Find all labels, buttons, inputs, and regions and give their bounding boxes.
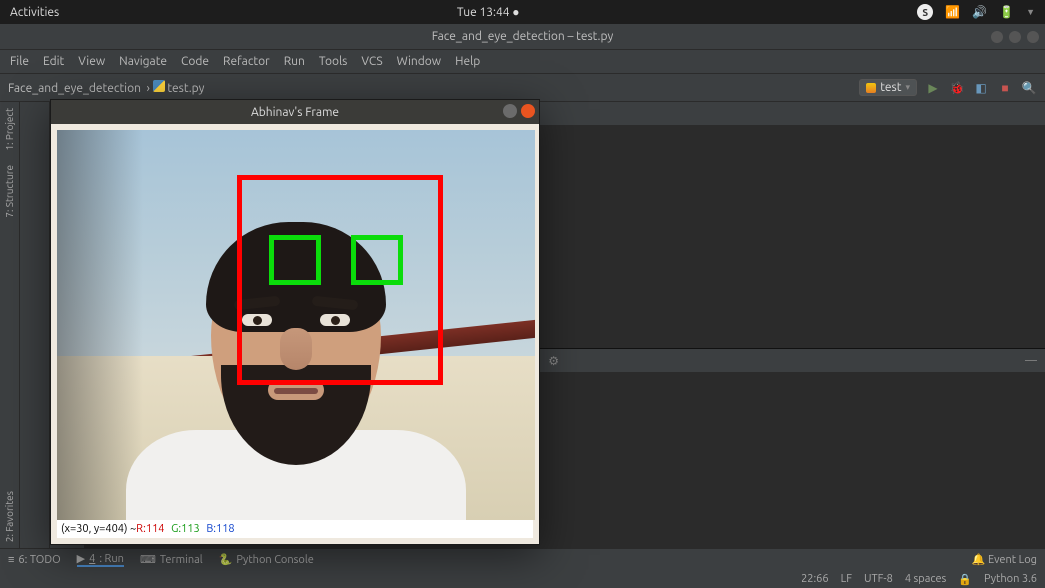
menu-file[interactable]: File bbox=[10, 55, 29, 68]
gear-icon[interactable]: ⚙ bbox=[548, 354, 559, 368]
interpreter-label[interactable]: Python 3.6 bbox=[984, 573, 1037, 585]
python-file-icon bbox=[153, 80, 165, 92]
webcam-status-bar: (x=30, y=404) ~ R:114 G:113 B:118 bbox=[57, 520, 533, 538]
status-btn-terminal[interactable]: ⌨ Terminal bbox=[140, 552, 203, 567]
wifi-icon[interactable]: 📶 bbox=[945, 5, 960, 19]
ide-titlebar: Face_and_eye_detection – test.py bbox=[0, 24, 1045, 50]
breadcrumb-root[interactable]: Face_and_eye_detection bbox=[8, 82, 141, 95]
breadcrumb[interactable]: Face_and_eye_detection › test.py bbox=[8, 80, 204, 95]
event-log-button[interactable]: 🔔 Event Log bbox=[972, 553, 1037, 566]
favorites-tool-tab[interactable]: 2: Favorites bbox=[2, 485, 17, 548]
status-btn-icon: ▶ bbox=[77, 552, 85, 565]
menu-window[interactable]: Window bbox=[397, 55, 441, 68]
menu-vcs[interactable]: VCS bbox=[361, 55, 382, 68]
breadcrumb-file[interactable]: test.py bbox=[167, 82, 204, 95]
eye-detection-box-left bbox=[269, 235, 321, 285]
status-btn-icon: ≡ bbox=[8, 554, 14, 566]
project-tool-tab[interactable]: 1: Project bbox=[2, 102, 17, 157]
maximize-icon[interactable] bbox=[1009, 31, 1021, 43]
menu-tools[interactable]: Tools bbox=[319, 55, 348, 68]
status-bar-bottom: 22:66 LF UTF-8 4 spaces 🔒 Python 3.6 bbox=[0, 570, 1045, 588]
event-log-label: Event Log bbox=[988, 554, 1037, 566]
webcam-title-text: Abhinav's Frame bbox=[251, 106, 339, 119]
minimize-icon[interactable] bbox=[991, 31, 1003, 43]
pixel-g-value: 113 bbox=[181, 523, 200, 535]
structure-tool-tab[interactable]: 7: Structure bbox=[2, 159, 17, 224]
activities-button[interactable]: Activities bbox=[10, 6, 59, 19]
menu-view[interactable]: View bbox=[78, 55, 105, 68]
battery-icon[interactable]: 🔋 bbox=[999, 5, 1014, 19]
face-detection-box bbox=[237, 175, 443, 385]
menu-run[interactable]: Run bbox=[284, 55, 305, 68]
webcam-content: (x=30, y=404) ~ R:114 G:113 B:118 bbox=[51, 124, 539, 544]
menu-help[interactable]: Help bbox=[455, 55, 480, 68]
menu-refactor[interactable]: Refactor bbox=[223, 55, 270, 68]
stop-button[interactable]: ■ bbox=[997, 80, 1013, 96]
minimize-tool-icon[interactable]: — bbox=[1025, 354, 1037, 367]
desktop-clock[interactable]: Tue 13:44 ● bbox=[457, 5, 520, 19]
menu-edit[interactable]: Edit bbox=[43, 55, 64, 68]
pixel-b-label: B: bbox=[206, 523, 216, 535]
status-btn-python-console[interactable]: 🐍 Python Console bbox=[219, 552, 314, 567]
pixel-g-label: G: bbox=[171, 523, 181, 535]
user-avatar[interactable]: S bbox=[917, 4, 933, 20]
close-icon[interactable] bbox=[1027, 31, 1039, 43]
webcam-titlebar[interactable]: Abhinav's Frame bbox=[51, 100, 539, 124]
bee-icon bbox=[866, 83, 876, 93]
menu-bar: File Edit View Navigate Code Refactor Ru… bbox=[0, 50, 1045, 74]
pixel-r-label: R: bbox=[136, 523, 146, 535]
status-btn-icon: ⌨ bbox=[140, 553, 156, 566]
menu-navigate[interactable]: Navigate bbox=[119, 55, 167, 68]
cursor-position[interactable]: 22:66 bbox=[801, 573, 829, 585]
file-encoding[interactable]: UTF-8 bbox=[864, 573, 893, 585]
debug-button[interactable]: 🐞 bbox=[949, 80, 965, 96]
webcam-minimize-icon[interactable] bbox=[503, 104, 517, 118]
coverage-button[interactable]: ◧ bbox=[973, 80, 989, 96]
webcam-window[interactable]: Abhinav's Frame bbox=[50, 99, 540, 545]
run-config-label: test bbox=[880, 81, 901, 94]
person-lips bbox=[274, 388, 318, 394]
status-btn-icon: 🐍 bbox=[219, 553, 233, 566]
status-btn-6--todo[interactable]: ≡ 6: TODO bbox=[8, 552, 61, 567]
search-icon[interactable]: 🔍 bbox=[1021, 80, 1037, 96]
line-ending[interactable]: LF bbox=[841, 573, 852, 585]
status-btn-4--run[interactable]: ▶ 4: Run bbox=[77, 552, 124, 567]
status-bar: ≡ 6: TODO ▶ 4: Run ⌨ Terminal 🐍 Python Cons… bbox=[0, 548, 1045, 570]
run-config-select[interactable]: test ▾ bbox=[859, 79, 917, 96]
pixel-r-value: 114 bbox=[146, 523, 165, 535]
camera-view bbox=[57, 130, 535, 520]
run-button[interactable]: ▶ bbox=[925, 80, 941, 96]
toolbar: Face_and_eye_detection › test.py test ▾ … bbox=[0, 74, 1045, 102]
ide-title: Face_and_eye_detection – test.py bbox=[432, 30, 614, 43]
eye-detection-box-right bbox=[351, 235, 403, 285]
desktop-top-bar: Activities Tue 13:44 ● S 📶 🔊 🔋 ▼ bbox=[0, 0, 1045, 24]
volume-icon[interactable]: 🔊 bbox=[972, 5, 987, 19]
ide-window: Face_and_eye_detection – test.py File Ed… bbox=[0, 24, 1045, 588]
pixel-b-value: 118 bbox=[216, 523, 235, 535]
project-panel[interactable] bbox=[20, 102, 50, 548]
webcam-coords: (x=30, y=404) ~ bbox=[61, 523, 136, 535]
left-tool-gutter: 1: Project 7: Structure 2: Favorites bbox=[0, 102, 20, 548]
menu-code[interactable]: Code bbox=[181, 55, 209, 68]
indent-setting[interactable]: 4 spaces bbox=[905, 573, 947, 585]
power-menu-icon[interactable]: ▼ bbox=[1026, 7, 1035, 17]
webcam-close-icon[interactable] bbox=[521, 104, 535, 118]
lock-icon[interactable]: 🔒 bbox=[958, 573, 972, 586]
chevron-down-icon: ▾ bbox=[905, 82, 910, 93]
